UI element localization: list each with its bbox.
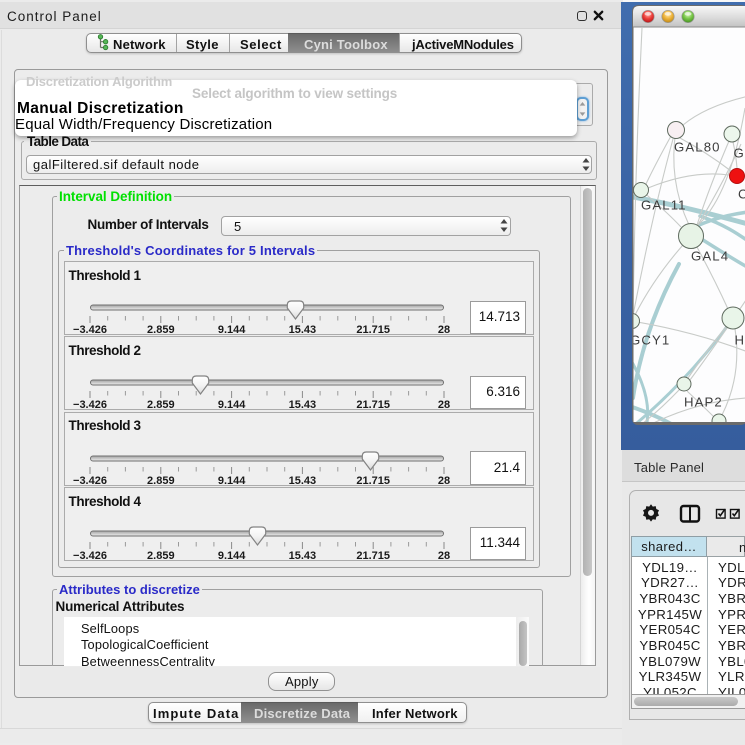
svg-text:GCY1: GCY1 [630,333,670,348]
svg-text:−3.426: −3.426 [73,550,107,561]
svg-text:2.859: 2.859 [147,399,175,410]
svg-text:HAP2: HAP2 [684,395,723,410]
svg-text:9.144: 9.144 [218,324,246,335]
svg-text:15.43: 15.43 [289,550,317,561]
svg-text:2.859: 2.859 [147,550,175,561]
svg-text:9.144: 9.144 [218,399,246,410]
svg-text:21.715: 21.715 [356,399,390,410]
svg-text:9.144: 9.144 [218,550,246,561]
svg-text:28: 28 [438,475,450,486]
svg-text:−3.426: −3.426 [73,324,107,335]
svg-text:28: 28 [438,399,450,410]
svg-text:2.859: 2.859 [147,324,175,335]
svg-text:GAL4: GAL4 [691,249,729,264]
svg-text:15.43: 15.43 [289,324,317,335]
svg-text:9.144: 9.144 [218,475,246,486]
svg-text:GAL80: GAL80 [674,140,721,155]
svg-text:21.715: 21.715 [356,324,390,335]
svg-text:15.43: 15.43 [289,399,317,410]
svg-text:−3.426: −3.426 [73,475,107,486]
svg-text:21.715: 21.715 [356,550,390,561]
svg-text:15.43: 15.43 [289,475,317,486]
svg-text:GAL11: GAL11 [641,198,687,213]
svg-text:28: 28 [438,550,450,561]
svg-text:2.859: 2.859 [147,475,175,486]
svg-text:HI: HI [735,333,745,348]
svg-text:−3.426: −3.426 [73,399,107,410]
svg-text:21.715: 21.715 [356,475,390,486]
svg-text:GA: GA [734,146,745,161]
svg-text:28: 28 [438,324,450,335]
svg-text:CY: CY [738,187,745,202]
